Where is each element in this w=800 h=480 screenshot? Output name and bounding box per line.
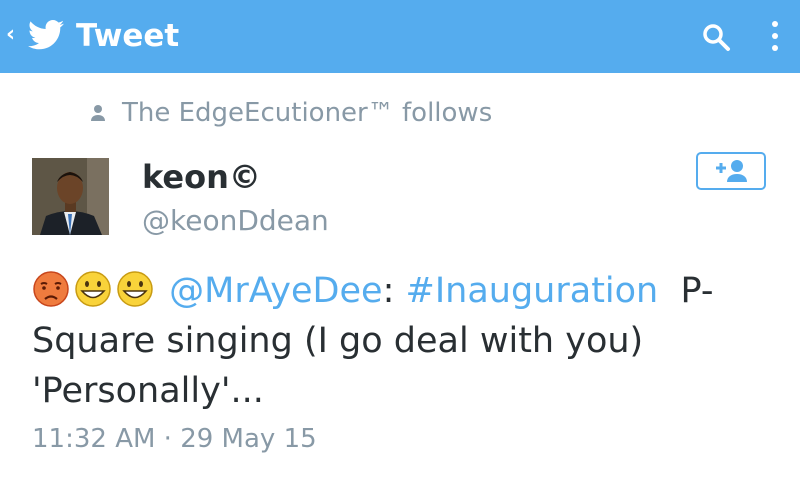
avatar-photo [32,158,109,235]
app-bar: ‹ Tweet [0,0,800,73]
person-icon [91,105,105,121]
author-name[interactable]: keon© [142,158,261,196]
back-icon[interactable]: ‹ [6,22,15,47]
hashtag-link[interactable]: #Inauguration [406,271,659,311]
follow-user-icon [716,160,747,182]
overflow-menu-icon[interactable] [768,18,782,56]
grinning-face-icon [117,271,153,307]
timestamp: 11:32 AM · 29 May 15 [32,424,317,454]
twitter-bird-icon[interactable] [28,19,64,51]
avatar[interactable] [32,158,109,235]
author-handle[interactable]: @keonDdean [142,204,329,237]
grinning-face-icon [75,271,111,307]
search-icon[interactable] [700,21,732,53]
mention-colon: : [382,271,395,311]
disappointed-face-icon [33,271,69,307]
social-context-text: The EdgeEcutioner™ follows [122,98,493,128]
page-title: Tweet [76,18,180,54]
social-context: The EdgeEcutioner™ follows [90,95,492,131]
follow-button[interactable] [696,152,766,190]
tweet-text: @MrAyeDee: #Inauguration P-Square singin… [32,266,772,416]
mention-link[interactable]: @MrAyeDee [169,271,382,311]
